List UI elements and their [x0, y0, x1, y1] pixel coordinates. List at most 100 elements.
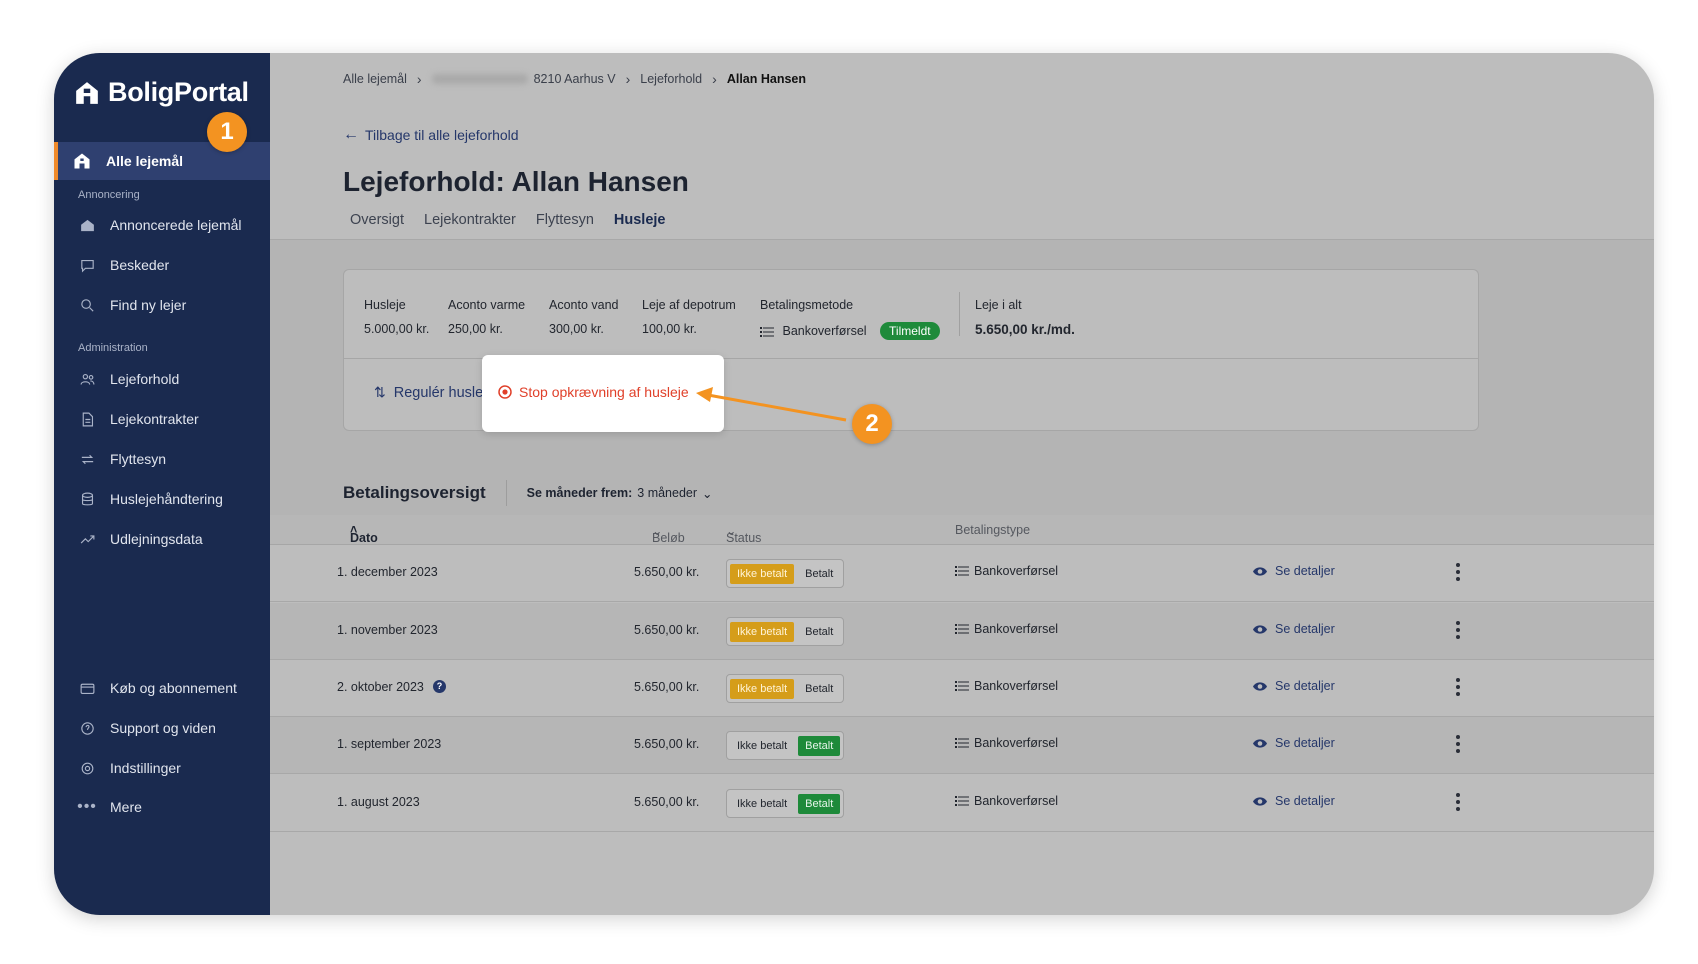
payment-type-value: Bankoverførsel: [974, 794, 1059, 808]
help-icon[interactable]: ?: [433, 680, 446, 693]
breadcrumb-item[interactable]: Lejeforhold: [640, 72, 702, 86]
table-row: 1. december 2023 5.650,00 kr. Ikke betalt B…: [270, 545, 1654, 602]
cell-payment-type: Bankoverførsel: [955, 794, 1058, 808]
field-value: 5.000,00 kr.: [364, 322, 430, 336]
status-toggle[interactable]: Ikke betalt Betalt: [726, 731, 845, 760]
tab-oversigt[interactable]: Oversigt: [343, 206, 411, 242]
filter-label: Se måneder frem:: [526, 486, 633, 500]
payment-type-value: Bankoverførsel: [974, 564, 1059, 578]
status-option-paid[interactable]: Betalt: [798, 735, 841, 756]
eye-icon: [1253, 681, 1267, 691]
card-icon: [78, 679, 96, 697]
field-label: Leje i alt: [975, 298, 1022, 312]
sidebar-item-label: Huslejehåndtering: [110, 491, 223, 507]
status-option-paid[interactable]: Betalt: [798, 564, 840, 584]
sidebar-item-udlejningsdata[interactable]: Udlejningsdata: [78, 527, 203, 551]
house-icon: [74, 153, 90, 169]
field-value: 100,00 kr.: [642, 322, 697, 336]
link-label: Se detaljer: [1275, 736, 1335, 750]
sidebar-item-label: Support og viden: [110, 720, 216, 736]
sidebar-item-find-ny-lejer[interactable]: Find ny lejer: [78, 293, 186, 317]
regulate-rent-button[interactable]: ⇅ Regulér husleje: [374, 384, 495, 401]
app-window: BoligPortal Alle lejemål Annoncering Ann…: [54, 53, 1654, 915]
list-icon: [955, 796, 969, 806]
breadcrumb-item[interactable]: Alle lejemål: [343, 72, 407, 86]
row-menu-icon[interactable]: [1456, 793, 1460, 811]
link-label: Se detaljer: [1275, 622, 1335, 636]
status-toggle[interactable]: Ikke betalt Betalt: [726, 559, 845, 588]
see-details-link[interactable]: Se detaljer: [1252, 564, 1335, 578]
see-details-link[interactable]: Se detaljer: [1252, 736, 1335, 750]
field-label: Aconto varme: [448, 298, 526, 312]
sidebar-item-label: Lejeforhold: [110, 371, 180, 387]
status-option-unpaid[interactable]: Ikke betalt: [730, 563, 795, 584]
page-title: Lejeforhold: Allan Hansen: [343, 166, 689, 198]
tab-lejekontrakter[interactable]: Lejekontrakter: [417, 206, 523, 242]
breadcrumb-item[interactable]: 8210 Aarhus V: [534, 72, 616, 86]
cell-amount: 5.650,00 kr.: [634, 565, 700, 579]
sidebar-item-flyttesyn[interactable]: Flyttesyn: [78, 447, 166, 471]
row-menu-icon[interactable]: [1456, 735, 1460, 753]
chevron-right-icon: ›: [625, 71, 631, 87]
status-toggle[interactable]: Ikke betalt Betalt: [726, 617, 845, 646]
field-value: Bankoverførsel Tilmeldt: [760, 322, 940, 340]
brand-logo[interactable]: BoligPortal: [74, 77, 249, 108]
chevron-right-icon: ›: [416, 71, 422, 87]
status-option-unpaid[interactable]: Ikke betalt: [730, 678, 795, 699]
field-label: Aconto vand: [549, 298, 619, 312]
list-icon: [955, 681, 969, 691]
status-option-paid[interactable]: Betalt: [798, 622, 840, 642]
cell-date: 1. september 2023: [337, 737, 442, 751]
see-details-link[interactable]: Se detaljer: [1252, 622, 1335, 636]
status-option-paid[interactable]: Betalt: [798, 793, 841, 814]
sidebar-item-huslejehaandtering[interactable]: Huslejehåndtering: [78, 487, 223, 511]
arrow-left-icon: ←: [343, 126, 359, 143]
help-icon: [78, 719, 96, 737]
column-header-type: Betalingstype: [955, 523, 1031, 537]
sidebar-item-lejekontrakter[interactable]: Lejekontrakter: [78, 407, 199, 431]
row-menu-icon[interactable]: [1456, 621, 1460, 639]
cell-date: 1. november 2023: [337, 623, 438, 637]
eye-icon: [1253, 796, 1267, 806]
sidebar-item-mere[interactable]: ••• Mere: [77, 795, 142, 819]
row-menu-icon[interactable]: [1456, 678, 1460, 696]
sidebar-item-support[interactable]: Support og viden: [78, 716, 216, 740]
table-header: Dato ˄ Beløb ⌄ Status ⌄ Betalingstype: [270, 515, 1654, 545]
link-label: Se detaljer: [1275, 794, 1335, 808]
table-row: 1. august 2023 5.650,00 kr. Ikke betalt Bet…: [270, 775, 1654, 832]
stop-rent-button[interactable]: Stop opkrævning af husleje: [498, 384, 689, 400]
column-header-date[interactable]: Dato ˄: [350, 523, 378, 545]
row-menu-icon[interactable]: [1456, 563, 1460, 581]
tab-husleje[interactable]: Husleje: [606, 206, 673, 242]
database-icon: [78, 490, 96, 508]
house-logo-icon: [76, 81, 98, 104]
status-option-unpaid[interactable]: Ikke betalt: [730, 794, 794, 814]
sidebar-item-indstillinger[interactable]: Indstillinger: [78, 756, 181, 780]
tab-flyttesyn[interactable]: Flyttesyn: [529, 206, 601, 242]
page-title-prefix: Lejeforhold:: [343, 166, 505, 197]
back-link[interactable]: ← Tilbage til alle lejeforhold: [343, 126, 519, 144]
section-label-annoncering: Annoncering: [78, 189, 140, 201]
cell-amount: 5.650,00 kr.: [634, 623, 700, 637]
filter-value: 3 måneder: [637, 486, 698, 500]
sidebar-item-annoncerede[interactable]: Annoncerede lejemål: [78, 213, 242, 237]
sidebar-item-lejeforhold[interactable]: Lejeforhold: [78, 367, 179, 391]
see-details-link[interactable]: Se detaljer: [1252, 794, 1335, 808]
main-content: Alle lejemål › 8210 Aarhus V › Lejeforho…: [270, 53, 1654, 915]
status-option-unpaid[interactable]: Ikke betalt: [730, 736, 794, 756]
months-filter-dropdown[interactable]: Se måneder frem: 3 måneder ⌄: [527, 486, 713, 501]
column-header-amount[interactable]: Beløb ⌄: [652, 523, 685, 545]
section-title: Betalingsoversigt: [343, 483, 486, 502]
status-option-paid[interactable]: Betalt: [798, 679, 840, 699]
status-option-unpaid[interactable]: Ikke betalt: [730, 621, 795, 642]
chevron-right-icon: ›: [712, 71, 717, 87]
section-label-administration: Administration: [78, 342, 148, 354]
see-details-link[interactable]: Se detaljer: [1252, 679, 1335, 693]
sidebar-item-koeb[interactable]: Køb og abonnement: [78, 676, 237, 700]
sidebar-item-label: Find ny lejer: [110, 297, 187, 313]
adjust-icon: ⇅: [374, 384, 386, 400]
status-toggle[interactable]: Ikke betalt Betalt: [726, 674, 845, 703]
status-toggle[interactable]: Ikke betalt Betalt: [726, 789, 845, 818]
column-header-status[interactable]: Status ⌄: [726, 523, 761, 545]
sidebar-item-beskeder[interactable]: Beskeder: [78, 253, 169, 277]
